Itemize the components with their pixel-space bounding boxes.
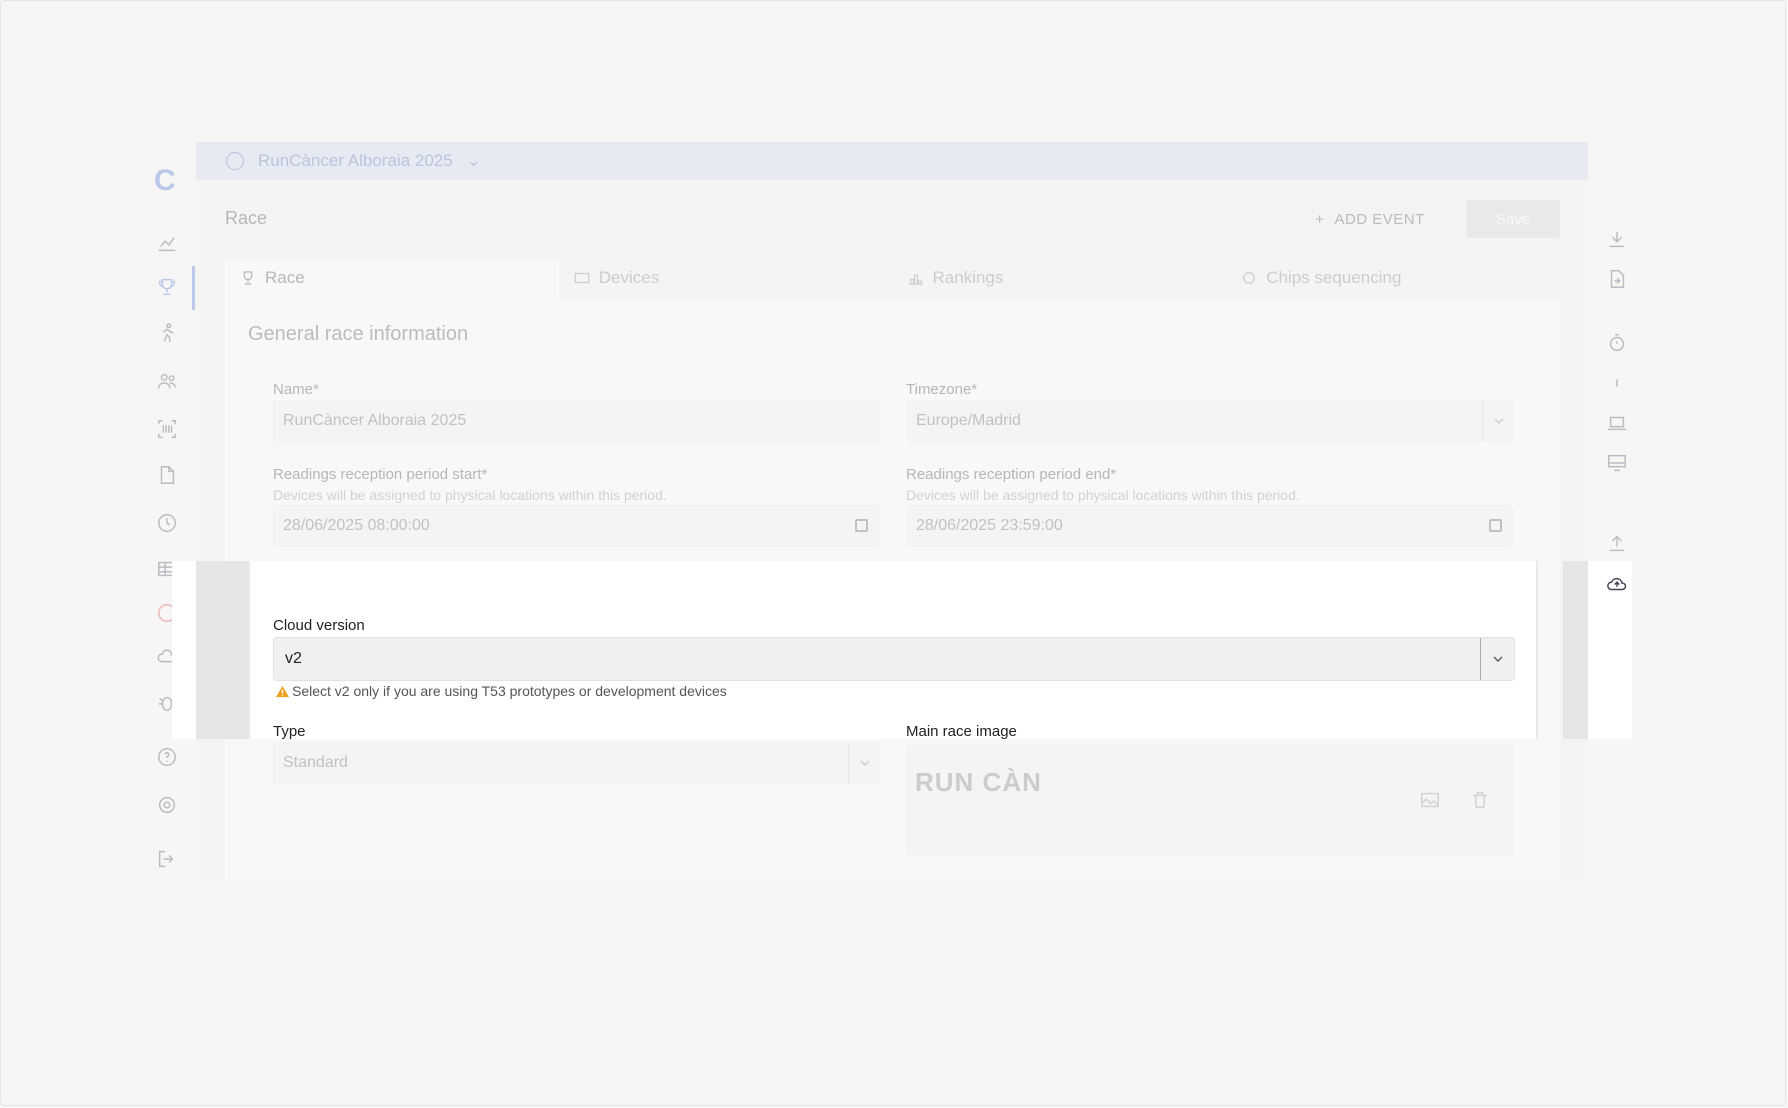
upload-icon[interactable]	[1604, 530, 1630, 556]
chevron-down-icon	[1482, 400, 1514, 442]
highlight-margin-right	[1563, 561, 1588, 739]
barcode-scan-icon[interactable]	[154, 416, 180, 442]
add-event-button[interactable]: + ADD EVENT	[1290, 200, 1450, 238]
logout-icon[interactable]	[154, 846, 180, 872]
chevron-down-icon	[848, 742, 880, 784]
cloud-version-select[interactable]: v2	[273, 637, 1515, 681]
sidebar: C	[124, 150, 196, 880]
period-start-label: Readings reception period start*	[273, 466, 488, 483]
help-icon[interactable]	[154, 744, 180, 770]
tab-label: Devices	[598, 268, 660, 287]
race-selector-label: RunCàncer Alboraia 2025	[258, 151, 453, 170]
users-icon[interactable]	[154, 368, 180, 394]
tab-label: Rankings	[932, 268, 1004, 287]
tab-label: Race	[265, 268, 305, 287]
cloud-version-value: v2	[285, 650, 302, 667]
clock-icon	[226, 152, 244, 170]
clock-icon[interactable]	[154, 510, 180, 536]
page-title: Race	[225, 208, 268, 228]
sidebar-highlight	[172, 561, 196, 739]
period-start-input[interactable]: 28/06/2025 08:00:00	[273, 505, 880, 547]
tab-rankings[interactable]: Rankings	[893, 258, 1227, 298]
chevron-down-icon	[1480, 638, 1514, 680]
type-value: Standard	[283, 754, 348, 771]
trophy-icon[interactable]	[154, 274, 180, 300]
type-label: Type	[273, 723, 306, 740]
save-button[interactable]: Save	[1466, 200, 1560, 238]
period-end-input[interactable]: 28/06/2025 23:59:00	[906, 505, 1514, 547]
period-end-label: Readings reception period end*	[906, 466, 1117, 483]
section-title: General race information	[248, 323, 469, 345]
tab-bar: Race Devices Rankings Chips sequencing	[225, 258, 1560, 298]
period-end-hint: Devices will be assigned to physical loc…	[906, 487, 1300, 503]
name-input[interactable]: RunCàncer Alboraia 2025	[273, 400, 880, 442]
plus-icon: +	[1315, 210, 1325, 228]
image-upload-icon[interactable]	[1419, 789, 1441, 811]
more-vertical-icon[interactable]	[1604, 370, 1630, 396]
calendar-icon[interactable]	[1489, 519, 1502, 532]
period-end-value: 28/06/2025 23:59:00	[916, 517, 1063, 534]
cloud-version-warning-text: Select v2 only if you are using T53 prot…	[292, 683, 727, 699]
gear-icon	[1243, 272, 1256, 284]
file-import-icon[interactable]	[1604, 266, 1630, 292]
trash-icon[interactable]	[1469, 789, 1491, 811]
stopwatch-icon[interactable]	[1604, 330, 1630, 356]
period-start-hint: Devices will be assigned to physical loc…	[273, 487, 667, 503]
name-label: Name*	[273, 381, 319, 398]
document-icon[interactable]	[154, 462, 180, 488]
cloud-upload-icon[interactable]	[1604, 571, 1630, 597]
toolbar-highlight	[1588, 561, 1632, 739]
podium-icon	[908, 274, 923, 285]
chevron-down-icon: ⌄	[466, 151, 481, 170]
devices-icon	[574, 272, 590, 284]
laptop-icon[interactable]	[1604, 410, 1630, 436]
cloud-version-warning: Select v2 only if you are using T53 prot…	[274, 683, 727, 699]
add-event-label: ADD EVENT	[1334, 210, 1425, 228]
race-logo-image: RUN CÀN	[915, 767, 1042, 797]
tab-race[interactable]: Race	[225, 258, 559, 298]
period-start-value: 28/06/2025 08:00:00	[283, 517, 430, 534]
timezone-select[interactable]: Europe/Madrid	[906, 400, 1514, 442]
app-logo: C	[154, 164, 176, 197]
tab-label: Chips sequencing	[1266, 268, 1402, 287]
download-icon[interactable]	[1604, 226, 1630, 252]
race-selector-bar[interactable]: RunCàncer Alboraia 2025 ⌄	[196, 142, 1588, 180]
tab-chips-sequencing[interactable]: Chips sequencing	[1226, 258, 1560, 298]
warning-icon	[274, 684, 290, 698]
timezone-value: Europe/Madrid	[916, 412, 1021, 429]
sidebar-active-indicator	[192, 266, 195, 310]
trophy-icon	[243, 271, 253, 285]
tab-devices[interactable]: Devices	[559, 258, 893, 298]
highlight-margin-left	[196, 561, 248, 739]
calendar-icon[interactable]	[855, 519, 868, 532]
runner-icon[interactable]	[154, 320, 180, 346]
chart-icon[interactable]	[154, 230, 180, 256]
type-select[interactable]: Standard	[273, 742, 880, 784]
settings-icon[interactable]	[154, 792, 180, 818]
cloud-version-label: Cloud version	[273, 617, 365, 634]
main-race-image-label: Main race image	[906, 723, 1017, 740]
race-image-box: RUN CÀN	[906, 744, 1514, 856]
monitor-icon[interactable]	[1604, 450, 1630, 476]
timezone-label: Timezone*	[906, 381, 978, 398]
